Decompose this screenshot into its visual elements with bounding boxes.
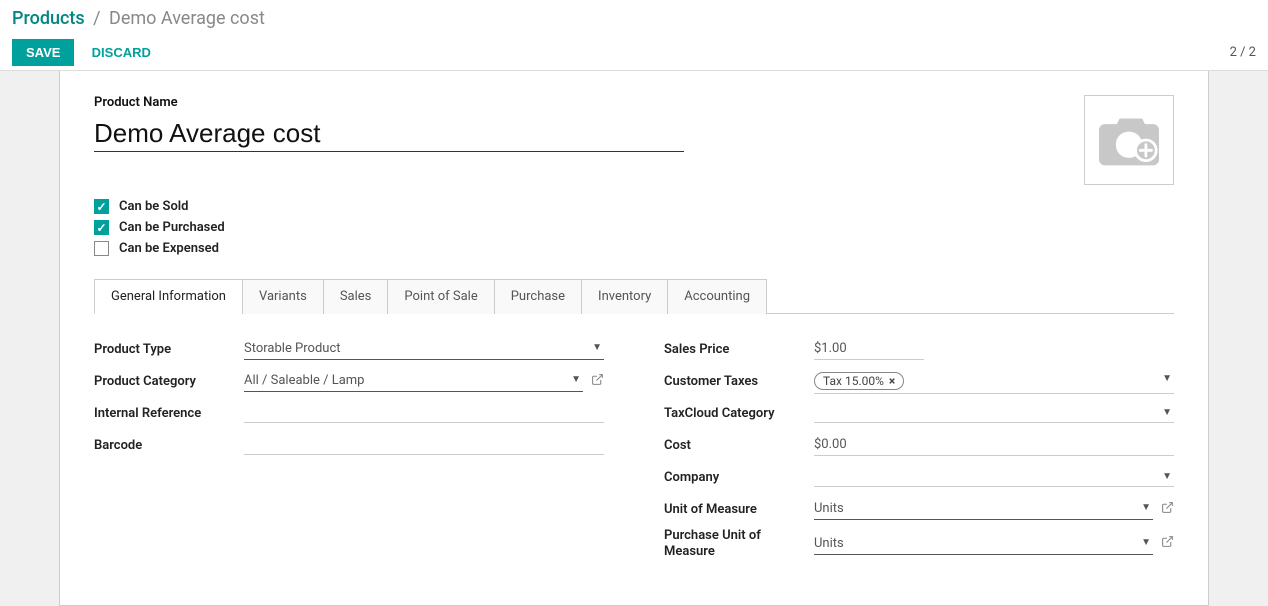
tab-sales[interactable]: Sales [323,279,389,314]
chevron-down-icon: ▼ [1162,373,1172,384]
product-type-select[interactable]: Storable Product▼ [244,338,604,360]
product-image-upload[interactable] [1084,95,1174,185]
company-select[interactable]: ▼ [814,467,1174,487]
can-be-purchased-checkbox[interactable]: ✓Can be Purchased [94,220,1174,235]
sales-price-label: Sales Price [664,342,814,357]
unit-of-measure-select[interactable]: Units▼ [814,498,1153,520]
chevron-down-icon: ▼ [1141,502,1151,513]
chevron-down-icon: ▼ [1162,471,1172,482]
product-type-label: Product Type [94,342,244,357]
remove-tag-icon[interactable]: × [889,374,895,388]
taxcloud-category-select[interactable]: ▼ [814,403,1174,423]
customer-taxes-label: Customer Taxes [664,374,814,389]
company-label: Company [664,470,814,485]
internal-reference-input[interactable] [244,403,604,423]
pager[interactable]: 2 / 2 [1230,45,1256,60]
external-link-icon[interactable] [1161,501,1174,518]
tab-accounting[interactable]: Accounting [667,279,767,314]
chevron-down-icon: ▼ [592,342,602,353]
discard-button[interactable]: DISCARD [92,45,151,60]
tab-general-information[interactable]: General Information [94,279,243,314]
tab-variants[interactable]: Variants [242,279,324,314]
can-be-expensed-checkbox[interactable]: Can be Expensed [94,241,1174,256]
sales-price-input[interactable]: $1.00 [814,338,924,360]
camera-add-icon [1099,113,1159,167]
can-be-sold-checkbox[interactable]: ✓Can be Sold [94,199,1174,214]
external-link-icon[interactable] [1161,535,1174,552]
product-name-label: Product Name [94,95,1084,110]
purchase-uom-label: Purchase Unit of Measure [664,528,814,559]
chevron-down-icon: ▼ [1162,407,1172,418]
product-category-label: Product Category [94,374,244,389]
customer-taxes-select[interactable]: Tax 15.00%× ▼ [814,369,1174,394]
cost-input[interactable]: $0.00 [814,434,1174,456]
form-sheet: Product Name ✓Can be Sold ✓Can be Purcha… [59,71,1209,606]
tab-inventory[interactable]: Inventory [581,279,668,314]
unit-of-measure-label: Unit of Measure [664,502,814,517]
cost-label: Cost [664,438,814,453]
breadcrumb-separator: / [93,8,100,29]
barcode-input[interactable] [244,435,604,455]
chevron-down-icon: ▼ [1141,537,1151,548]
external-link-icon[interactable] [591,373,604,390]
breadcrumb-root[interactable]: Products [12,8,85,29]
barcode-label: Barcode [94,438,244,453]
breadcrumb-current: Demo Average cost [109,8,265,29]
tab-point-of-sale[interactable]: Point of Sale [387,279,494,314]
tabs: General Information Variants Sales Point… [94,278,1174,314]
chevron-down-icon: ▼ [571,374,581,385]
product-category-select[interactable]: All / Saleable / Lamp▼ [244,370,583,392]
breadcrumb: Products / Demo Average cost [12,8,1256,29]
save-button[interactable]: SAVE [12,39,74,66]
internal-reference-label: Internal Reference [94,406,244,421]
product-name-input[interactable] [94,116,684,152]
taxcloud-category-label: TaxCloud Category [664,406,814,421]
tab-purchase[interactable]: Purchase [494,279,582,314]
purchase-uom-select[interactable]: Units▼ [814,533,1153,555]
tax-tag: Tax 15.00%× [814,372,904,390]
